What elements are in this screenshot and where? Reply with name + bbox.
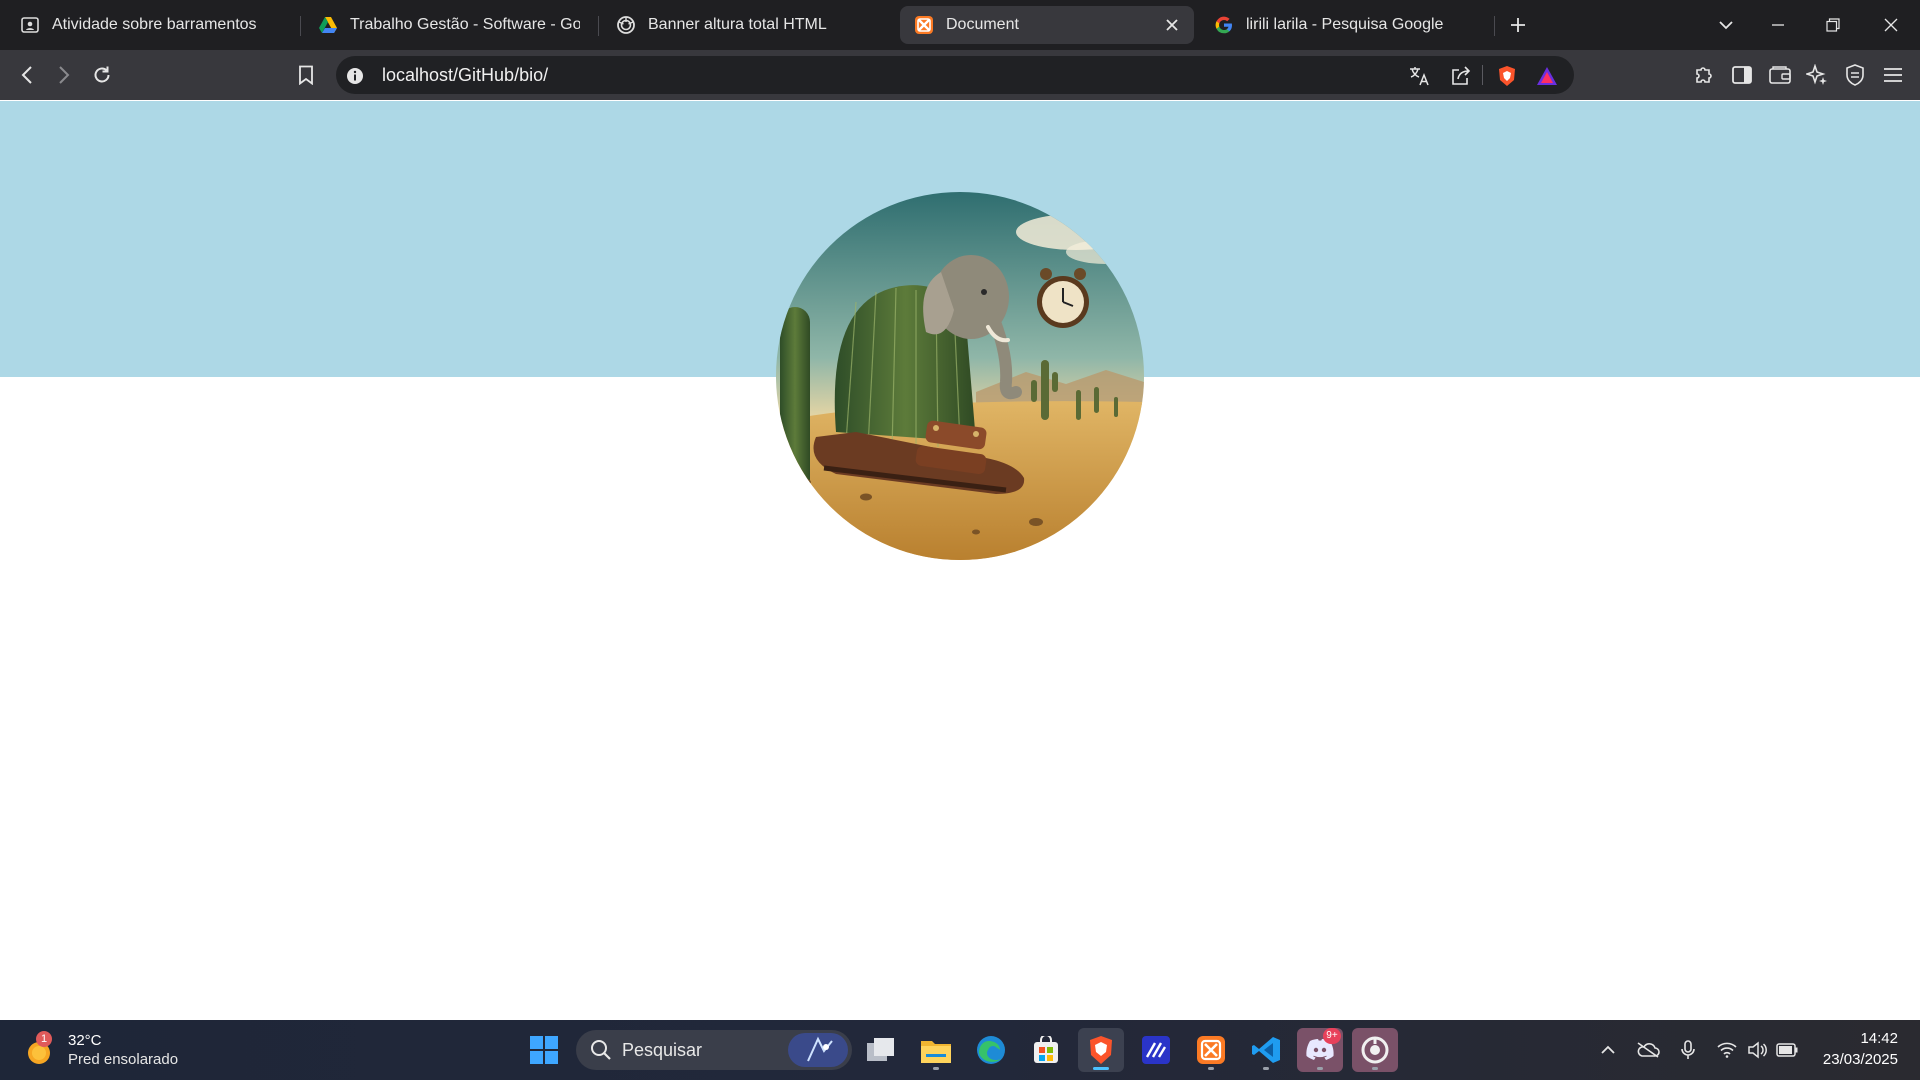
task-view-icon (867, 1038, 894, 1061)
site-info-icon[interactable] (344, 65, 366, 87)
microphone-icon[interactable] (1676, 1038, 1700, 1062)
clock-time: 14:42 (1860, 1030, 1898, 1047)
show-hidden-icons-button[interactable] (1596, 1038, 1620, 1062)
xampp-icon (1197, 1036, 1225, 1064)
weather-widget[interactable]: 1 32°C Pred ensolarado (24, 1028, 178, 1072)
tab-banner[interactable]: Banner altura total HTML (602, 6, 892, 44)
chevron-up-icon (1601, 1045, 1615, 1054)
volume-icon[interactable] (1745, 1038, 1769, 1062)
weather-condition: Pred ensolarado (68, 1051, 179, 1068)
xampp-icon (914, 15, 934, 35)
tab-title: Banner altura total HTML (648, 16, 827, 33)
wifi-icon[interactable] (1715, 1038, 1739, 1062)
new-tab-button[interactable] (1506, 13, 1530, 37)
tab-atividade[interactable]: Atividade sobre barramentos (6, 6, 296, 44)
weather-temperature: 32°C (68, 1032, 102, 1049)
onedrive-offline-icon[interactable] (1636, 1038, 1660, 1062)
tab-document[interactable]: Document (900, 6, 1194, 44)
clock-date: 23/03/2025 (1822, 1051, 1898, 1068)
classroom-icon (20, 15, 40, 35)
taskbar-discord[interactable]: 9+ (1297, 1028, 1343, 1072)
close-tab-icon[interactable] (1162, 15, 1182, 35)
plus-icon (1511, 18, 1525, 32)
tab-separator (1494, 16, 1495, 36)
tab-search-dropdown[interactable] (1711, 10, 1741, 40)
windows-taskbar: 1 32°C Pred ensolarado Pesquisar 9+ 14:4… (0, 1020, 1920, 1080)
minimize-icon (1772, 24, 1784, 26)
brave-icon (1090, 1036, 1112, 1064)
extensions-icon[interactable] (1692, 63, 1716, 87)
close-icon (1884, 18, 1898, 32)
arrow-left-icon (21, 66, 32, 84)
taskbar-search[interactable]: Pesquisar (576, 1030, 852, 1070)
tab-google-search[interactable]: lirili larila - Pesquisa Google (1200, 6, 1490, 44)
chevron-down-icon (1719, 21, 1733, 30)
sidebar-toggle-icon[interactable] (1730, 63, 1754, 87)
taskbar-file-explorer[interactable] (913, 1028, 959, 1072)
google-drive-icon (318, 15, 338, 35)
tab-separator (300, 16, 301, 36)
forward-button[interactable] (50, 61, 78, 89)
profile-image (776, 192, 1144, 560)
tab-strip: Atividade sobre barramentos Trabalho Ges… (0, 0, 1920, 50)
tab-title: Atividade sobre barramentos (52, 16, 257, 33)
reload-button[interactable] (88, 61, 116, 89)
restore-icon (1826, 18, 1840, 32)
browser-toolbar: localhost/GitHub/bio/ (0, 50, 1920, 100)
weather-badge: 1 (36, 1031, 52, 1047)
osu-icon (1361, 1036, 1389, 1064)
windows-logo-icon (530, 1036, 558, 1064)
page-viewport (0, 101, 1920, 1020)
store-icon (1034, 1036, 1058, 1063)
taskbar-store[interactable] (1023, 1028, 1069, 1072)
tab-title: lirili larila - Pesquisa Google (1246, 16, 1444, 33)
folder-icon (921, 1041, 951, 1063)
restore-button[interactable] (1818, 10, 1848, 40)
chatgpt-icon (616, 15, 636, 35)
search-icon (591, 1040, 611, 1060)
vscode-icon (1252, 1037, 1280, 1063)
address-bar[interactable]: localhost/GitHub/bio/ (336, 56, 1574, 94)
url-text[interactable]: localhost/GitHub/bio/ (382, 65, 548, 86)
bookmark-button[interactable] (292, 61, 320, 89)
visualg-icon (1142, 1036, 1170, 1064)
reload-icon (94, 66, 110, 83)
taskbar-osu[interactable] (1352, 1028, 1398, 1072)
edge-icon (977, 1036, 1005, 1064)
discord-notification-badge: 9+ (1323, 1028, 1341, 1044)
start-button[interactable] (521, 1028, 567, 1072)
arrow-right-icon (59, 66, 70, 84)
tab-trabalho[interactable]: Trabalho Gestão - Software - Googl (304, 6, 594, 44)
battery-icon[interactable] (1775, 1038, 1799, 1062)
taskbar-brave[interactable] (1078, 1028, 1124, 1072)
back-button[interactable] (13, 61, 41, 89)
address-bar-separator (1482, 65, 1483, 85)
taskbar-xampp[interactable] (1188, 1028, 1234, 1072)
google-icon (1214, 15, 1234, 35)
tab-title: Document (946, 16, 1019, 33)
share-icon[interactable] (1450, 65, 1472, 87)
translate-icon[interactable] (1408, 65, 1430, 87)
wallet-icon[interactable] (1768, 63, 1792, 87)
taskbar-edge[interactable] (968, 1028, 1014, 1072)
bookmark-icon (299, 65, 313, 85)
tab-separator (598, 16, 599, 36)
close-window-button[interactable] (1876, 10, 1906, 40)
vpn-shield-icon[interactable] (1843, 63, 1867, 87)
leo-ai-icon[interactable] (1805, 63, 1829, 87)
taskbar-vscode[interactable] (1243, 1028, 1289, 1072)
menu-icon[interactable] (1881, 63, 1905, 87)
taskbar-visualg[interactable] (1133, 1028, 1179, 1072)
search-placeholder: Pesquisar (622, 1039, 703, 1060)
brave-rewards-icon[interactable] (1536, 65, 1558, 87)
search-highlight-icon (788, 1033, 848, 1067)
sun-icon: 1 (24, 1031, 58, 1067)
tab-title: Trabalho Gestão - Software - Googl (350, 16, 580, 33)
minimize-button[interactable] (1763, 10, 1793, 40)
system-clock[interactable]: 14:42 23/03/2025 (1823, 1028, 1898, 1070)
brave-shields-icon[interactable] (1496, 65, 1518, 87)
task-view-button[interactable] (858, 1028, 904, 1072)
